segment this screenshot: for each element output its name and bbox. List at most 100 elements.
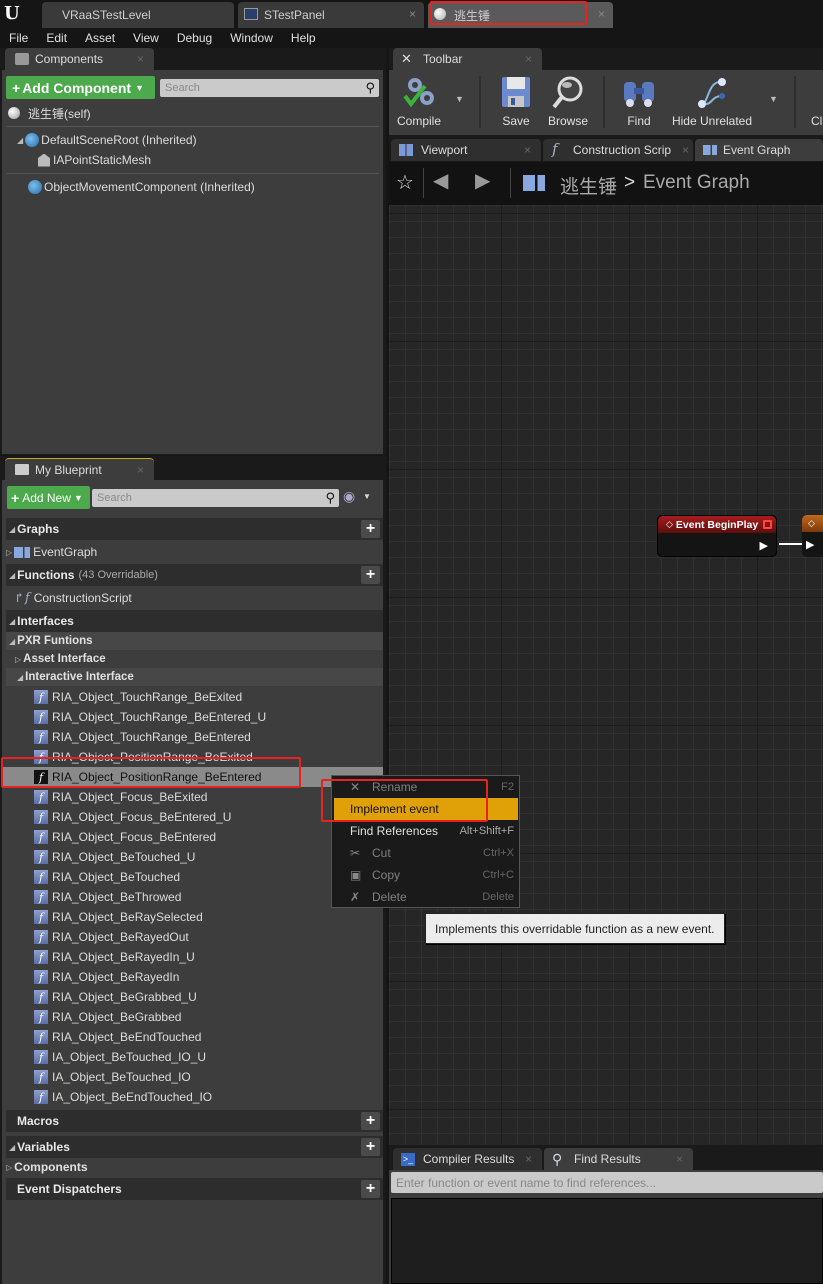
list-item-construction-script[interactable]: ↱f ConstructionScript: [14, 589, 132, 607]
close-icon[interactable]: ×: [137, 52, 144, 66]
function-list-item[interactable]: f RIA_Object_TouchRange_BeEntered: [2, 727, 383, 747]
tree-item-default-scene-root[interactable]: ◢ DefaultSceneRoot (Inherited): [17, 131, 197, 149]
tab-components[interactable]: Components ×: [5, 48, 154, 70]
context-menu-item-find-references[interactable]: Find References Alt+Shift+F: [334, 820, 518, 842]
close-icon[interactable]: ×: [682, 143, 689, 157]
function-list-item[interactable]: f IA_Object_BeTouched_IO: [2, 1067, 383, 1087]
function-list-item[interactable]: f RIA_Object_BeEndTouched: [2, 1027, 383, 1047]
menu-asset[interactable]: Asset: [76, 31, 124, 45]
menu-window[interactable]: Window: [221, 31, 282, 45]
add-graph-button[interactable]: +: [361, 520, 380, 538]
function-list-item[interactable]: f RIA_Object_BeTouched: [2, 867, 383, 887]
function-list-item[interactable]: f RIA_Object_BeGrabbed_U: [2, 987, 383, 1007]
add-component-label: Add Component: [22, 79, 132, 96]
tree-item-object-movement[interactable]: ObjectMovementComponent (Inherited): [28, 178, 255, 196]
close-icon[interactable]: ×: [525, 52, 532, 66]
class-settings-button-label[interactable]: Cl: [811, 114, 822, 128]
add-macro-button[interactable]: +: [361, 1112, 380, 1130]
list-item-label: EventGraph: [33, 545, 98, 559]
components-search-input[interactable]: Search ⚲: [160, 79, 379, 97]
section-macros[interactable]: Macros +: [6, 1110, 383, 1132]
menu-file[interactable]: File: [0, 31, 37, 45]
function-list-item[interactable]: f RIA_Object_BeRayedIn_U: [2, 947, 383, 967]
menu-help[interactable]: Help: [282, 31, 325, 45]
function-list-item[interactable]: f RIA_Object_BeRayedIn: [2, 967, 383, 987]
add-variable-button[interactable]: +: [361, 1138, 380, 1156]
section-interfaces[interactable]: ◢ Interfaces: [6, 610, 383, 632]
collapse-triangle-icon: ◢: [9, 616, 16, 626]
function-list-item[interactable]: f RIA_Object_BeRayedOut: [2, 927, 383, 947]
category-pxr-funtions[interactable]: ◢ PXR Funtions: [6, 632, 383, 650]
add-function-button[interactable]: +: [361, 566, 380, 584]
function-list-item[interactable]: f RIA_Object_TouchRange_BeEntered_U: [2, 707, 383, 727]
tab-compiler-results[interactable]: >_ Compiler Results ×: [393, 1148, 542, 1170]
tab-toolbar[interactable]: ✕ Toolbar ×: [393, 48, 542, 70]
my-blueprint-search-input[interactable]: Search ⚲: [92, 489, 339, 507]
section-functions[interactable]: ◢ Functions (43 Overridable) +: [6, 564, 383, 586]
menu-view[interactable]: View: [124, 31, 168, 45]
doc-tab-level[interactable]: VRaaSTestLevel: [42, 2, 234, 28]
tab-find-results[interactable]: ⚲ Find Results ×: [544, 1148, 693, 1170]
category-label: Interactive Interface: [25, 671, 134, 683]
close-icon[interactable]: ×: [137, 463, 144, 477]
category-label: PXR Funtions: [17, 635, 93, 647]
tab-viewport[interactable]: Viewport ×: [391, 139, 541, 161]
category-components[interactable]: ▷ Components: [6, 1158, 88, 1176]
function-list-item[interactable]: f IA_Object_BeEndTouched_IO: [2, 1087, 383, 1107]
visibility-eye-icon[interactable]: ◉: [343, 488, 355, 505]
event-graph-canvas[interactable]: ◇ Event BeginPlay ▶ ◇ ▶: [389, 205, 823, 1145]
context-menu-item-copy[interactable]: ▣ Copy Ctrl+C: [334, 864, 518, 886]
tab-construction-script[interactable]: f Construction Scrip ×: [543, 139, 693, 161]
doc-tab-stestpanel[interactable]: STestPanel ×: [238, 2, 424, 28]
compile-button[interactable]: Compile: [395, 70, 443, 128]
add-component-button[interactable]: + Add Component ▼: [6, 76, 155, 99]
find-references-input[interactable]: Enter function or event name to find ref…: [391, 1172, 823, 1193]
save-button[interactable]: Save: [497, 70, 535, 128]
add-dispatcher-button[interactable]: +: [361, 1180, 380, 1198]
menu-edit[interactable]: Edit: [37, 31, 76, 45]
category-asset-interface[interactable]: ▷ Asset Interface: [15, 650, 106, 668]
section-event-dispatchers[interactable]: Event Dispatchers +: [6, 1178, 383, 1200]
forward-arrow-icon[interactable]: ▶: [475, 168, 490, 193]
tree-item-self[interactable]: 逃生锤(self): [8, 104, 91, 122]
function-list-item[interactable]: f RIA_Object_BeGrabbed: [2, 1007, 383, 1027]
close-icon[interactable]: ×: [524, 143, 531, 157]
context-menu-item-cut[interactable]: ✂ Cut Ctrl+X: [334, 842, 518, 864]
delegate-pin-icon[interactable]: [763, 520, 772, 529]
close-icon[interactable]: ×: [525, 1152, 532, 1166]
event-begin-play-node[interactable]: ◇ Event BeginPlay ▶: [657, 515, 777, 557]
function-icon: f: [34, 950, 48, 964]
function-list-item[interactable]: f RIA_Object_Focus_BeEntered: [2, 827, 383, 847]
tab-my-blueprint[interactable]: My Blueprint ×: [5, 458, 154, 480]
category-interactive-interface[interactable]: ◢ Interactive Interface: [6, 668, 383, 686]
function-list-item[interactable]: f RIA_Object_BeRaySelected: [2, 907, 383, 927]
function-icon: f: [34, 910, 48, 924]
breadcrumb-root[interactable]: 逃生锤: [560, 172, 617, 199]
list-item-event-graph[interactable]: ▷ EventGraph: [6, 543, 97, 561]
hide-unrelated-chevron-icon[interactable]: ▼: [769, 94, 778, 104]
function-list-item[interactable]: f RIA_Object_BeTouched_U: [2, 847, 383, 867]
context-menu-item-delete[interactable]: ✗ Delete Delete: [334, 886, 518, 908]
next-event-node[interactable]: ◇ ▶: [802, 515, 823, 557]
find-button[interactable]: Find: [619, 70, 659, 128]
function-list-item[interactable]: f IA_Object_BeTouched_IO_U: [2, 1047, 383, 1067]
function-list-item[interactable]: f RIA_Object_TouchRange_BeExited: [2, 687, 383, 707]
section-graphs[interactable]: ◢ Graphs +: [6, 518, 383, 540]
tree-item-static-mesh[interactable]: IAPointStaticMesh: [38, 151, 151, 169]
add-new-button[interactable]: + Add New ▼: [7, 486, 90, 509]
exec-out-pin-icon[interactable]: ▶: [760, 539, 768, 552]
exec-in-pin-icon[interactable]: ▶: [806, 538, 814, 551]
close-icon[interactable]: ×: [598, 7, 605, 21]
star-icon[interactable]: ☆: [396, 170, 414, 195]
function-list-item[interactable]: f RIA_Object_BeThrowed: [2, 887, 383, 907]
chevron-down-icon[interactable]: ▼: [363, 492, 371, 501]
close-icon[interactable]: ×: [409, 7, 416, 21]
browse-button[interactable]: Browse: [543, 70, 593, 128]
menu-debug[interactable]: Debug: [168, 31, 221, 45]
tab-event-graph[interactable]: Event Graph: [695, 139, 823, 161]
compile-options-chevron-icon[interactable]: ▼: [455, 94, 464, 104]
close-icon[interactable]: ×: [676, 1152, 683, 1166]
section-variables[interactable]: ◢ Variables +: [6, 1136, 383, 1158]
hide-unrelated-button[interactable]: Hide Unrelated: [669, 70, 755, 128]
back-arrow-icon[interactable]: ◀: [433, 168, 448, 193]
